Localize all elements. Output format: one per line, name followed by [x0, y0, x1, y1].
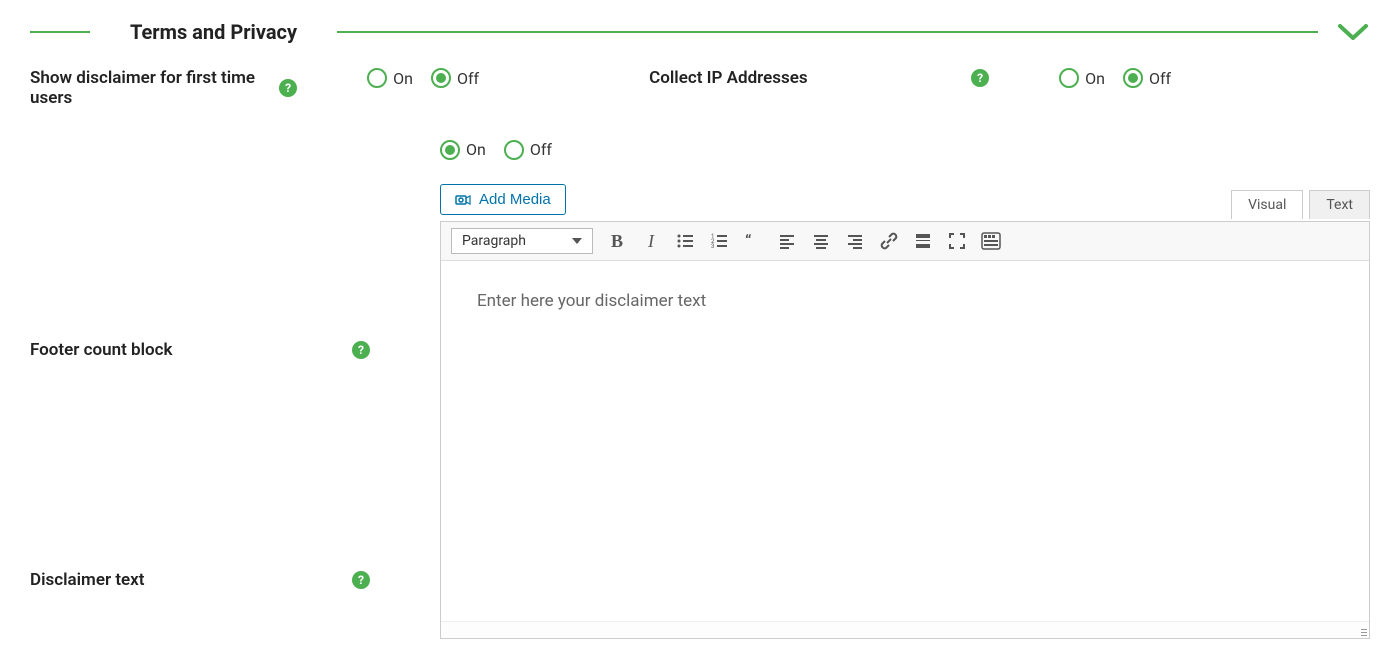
align-right-button[interactable]	[845, 231, 865, 251]
show-disclaimer-label: Show disclaimer for first time users	[30, 68, 279, 108]
collapse-toggle[interactable]	[1336, 20, 1370, 44]
add-media-label: Add Media	[479, 191, 551, 208]
blockquote-button[interactable]: “	[743, 231, 763, 251]
svg-text:3: 3	[711, 243, 714, 250]
numbered-list-button[interactable]: 123	[709, 231, 729, 251]
read-more-button[interactable]	[913, 231, 933, 251]
radio-label-off: Off	[530, 140, 552, 159]
show-disclaimer-on-radio[interactable]	[367, 68, 387, 88]
collect-ip-off-radio[interactable]	[1123, 68, 1143, 88]
disclaimer-text-label: Disclaimer text	[30, 570, 144, 590]
chevron-down-icon	[572, 238, 582, 244]
rich-text-editor: Paragraph B I 123	[440, 221, 1370, 639]
align-left-button[interactable]	[777, 231, 797, 251]
divider-left	[30, 31, 90, 33]
show-disclaimer-off-radio[interactable]	[431, 68, 451, 88]
radio-label-on: On	[393, 69, 413, 88]
editor-toolbar: Paragraph B I 123	[441, 222, 1369, 261]
tab-visual[interactable]: Visual	[1231, 190, 1303, 219]
format-select-value: Paragraph	[462, 233, 526, 249]
chevron-down-icon	[1336, 20, 1370, 44]
italic-button[interactable]: I	[641, 231, 661, 251]
link-button[interactable]	[879, 231, 899, 251]
bold-button[interactable]: B	[607, 231, 627, 251]
resize-handle[interactable]	[1357, 626, 1367, 636]
radio-label-on: On	[1085, 69, 1105, 88]
media-icon	[455, 192, 471, 208]
help-icon[interactable]: ?	[971, 69, 989, 87]
disclaimer-text-input[interactable]: Enter here your disclaimer text	[441, 261, 1369, 621]
footer-count-off-radio[interactable]	[504, 140, 524, 160]
add-media-button[interactable]: Add Media	[440, 184, 566, 215]
radio-label-on: On	[466, 140, 486, 159]
fullscreen-button[interactable]	[947, 231, 967, 251]
radio-label-off: Off	[1149, 69, 1171, 88]
section-header: Terms and Privacy	[30, 20, 1370, 44]
radio-label-off: Off	[457, 69, 479, 88]
section-title: Terms and Privacy	[90, 20, 337, 44]
help-icon[interactable]: ?	[352, 571, 370, 589]
bullet-list-button[interactable]	[675, 231, 695, 251]
collect-ip-on-radio[interactable]	[1059, 68, 1079, 88]
align-center-button[interactable]	[811, 231, 831, 251]
format-select[interactable]: Paragraph	[451, 228, 593, 254]
footer-count-label: Footer count block	[30, 340, 172, 360]
help-icon[interactable]: ?	[352, 341, 370, 359]
tab-text[interactable]: Text	[1309, 190, 1370, 219]
footer-count-on-radio[interactable]	[440, 140, 460, 160]
collect-ip-label: Collect IP Addresses	[649, 68, 808, 88]
divider-right	[337, 31, 1318, 33]
svg-text:“: “	[745, 232, 751, 250]
toolbar-toggle-button[interactable]	[981, 231, 1001, 251]
help-icon[interactable]: ?	[279, 79, 297, 97]
